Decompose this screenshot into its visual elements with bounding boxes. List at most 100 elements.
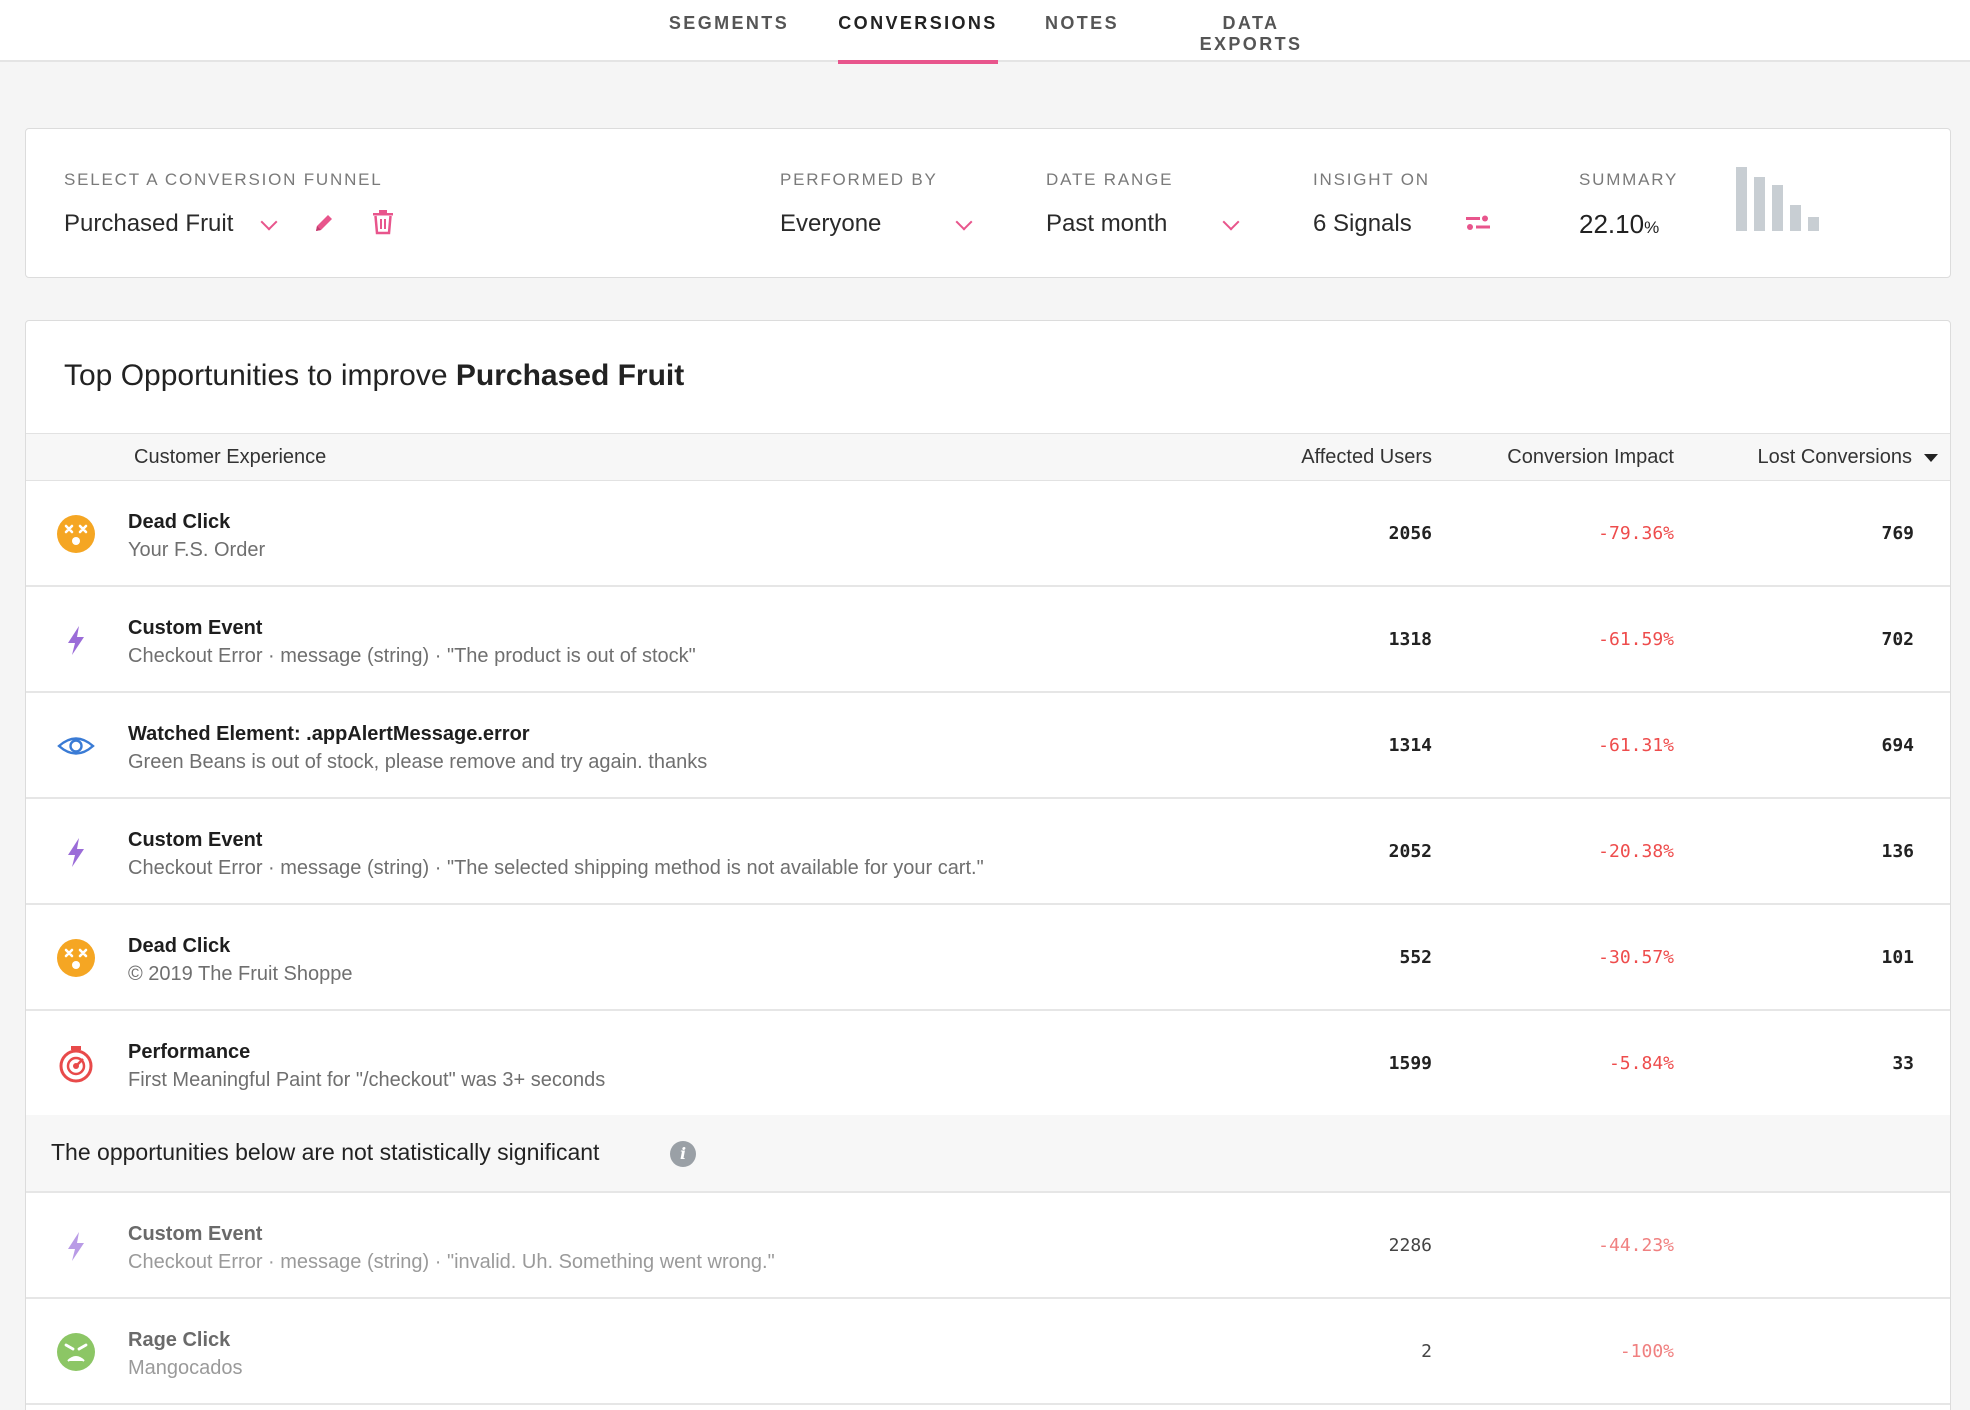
lost-conversions: 101 xyxy=(1881,947,1914,968)
date-range-chevron-down-icon[interactable] xyxy=(1222,213,1240,231)
date-range-label: DATE RANGE xyxy=(1046,170,1174,189)
affected-users: 1314 xyxy=(1388,735,1432,756)
top-nav: SEGMENTS CONVERSIONS NOTES DATA EXPORTS xyxy=(0,0,1970,64)
conversion-impact: -61.59% xyxy=(1598,629,1674,650)
table-row[interactable]: Dead Click © 2019 The Fruit Shoppe 552 -… xyxy=(26,905,1950,1011)
affected-users: 2286 xyxy=(1388,1235,1432,1256)
lost-conversions: 136 xyxy=(1881,841,1914,862)
sparkline-bar xyxy=(1790,205,1801,231)
funnel-chevron-down-icon[interactable] xyxy=(260,213,278,231)
table-row[interactable]: Watched Element: .appAlertMessage.error … xyxy=(26,693,1950,799)
row-subtitle: Checkout Error · message (string) · "inv… xyxy=(128,1251,775,1273)
affected-users: 552 xyxy=(1399,947,1432,968)
not-significant-label: The opportunities below are not statisti… xyxy=(51,1139,600,1165)
not-significant-divider: The opportunities below are not statisti… xyxy=(26,1115,1950,1193)
row-subtitle: First Meaningful Paint for "/checkout" w… xyxy=(128,1069,606,1091)
row-subtitle: Green Beans is out of stock, please remo… xyxy=(128,751,708,773)
insight-on-label: INSIGHT ON xyxy=(1313,170,1430,189)
performed-by-chevron-down-icon[interactable] xyxy=(955,213,973,231)
summary-label: SUMMARY xyxy=(1579,170,1679,189)
tab-label: NOTES xyxy=(1044,13,1119,33)
date-range-select[interactable]: Past month xyxy=(1046,210,1167,238)
table-header: Customer Experience Affected Users Conve… xyxy=(26,433,1950,481)
lost-conversions-label: Lost Conversions xyxy=(1757,446,1912,468)
title-funnel-name: Purchased Fruit xyxy=(455,359,685,392)
row-title: Dead Click xyxy=(128,935,231,957)
funnel-select-label: SELECT A CONVERSION FUNNEL xyxy=(64,170,383,189)
sparkline-bar xyxy=(1772,185,1783,231)
performed-by-label: PERFORMED BY xyxy=(780,170,938,189)
summary-unit: % xyxy=(1644,218,1660,237)
summary-sparkline-chart xyxy=(1736,167,1826,231)
lost-conversions: 694 xyxy=(1881,735,1914,756)
column-lost-conversions[interactable]: Lost Conversions xyxy=(1757,446,1938,469)
opportunities-title: Top Opportunities to improve Purchased F… xyxy=(64,359,684,393)
tab-label: CONVERSIONS xyxy=(838,13,998,33)
column-customer-experience[interactable]: Customer Experience xyxy=(134,446,326,469)
tab-conversions[interactable]: CONVERSIONS xyxy=(838,0,998,64)
sort-descending-icon xyxy=(1924,453,1938,462)
column-conversion-impact[interactable]: Conversion Impact xyxy=(1507,446,1674,469)
row-title: Rage Click xyxy=(128,1329,231,1351)
affected-users: 2052 xyxy=(1388,841,1432,862)
tab-segments[interactable]: SEGMENTS xyxy=(666,0,792,62)
sparkline-bar xyxy=(1808,217,1819,231)
row-subtitle: Checkout Error · message (string) · "The… xyxy=(128,857,984,879)
dead-click-icon xyxy=(57,515,95,553)
row-subtitle: Your F.S. Order xyxy=(128,539,266,561)
performance-stopwatch-icon xyxy=(59,1046,93,1083)
tab-label: DATA EXPORTS xyxy=(1199,13,1303,54)
tab-label: SEGMENTS xyxy=(668,13,790,33)
performed-by-select[interactable]: Everyone xyxy=(780,210,881,238)
conversion-impact: -30.57% xyxy=(1598,947,1674,968)
signals-filter-icon[interactable] xyxy=(1466,214,1490,232)
conversion-impact: -20.38% xyxy=(1598,841,1674,862)
row-title: Performance xyxy=(128,1041,251,1063)
rage-click-icon xyxy=(57,1333,95,1371)
sparkline-bar xyxy=(1754,177,1765,231)
lost-conversions: 769 xyxy=(1881,523,1914,544)
edit-pencil-icon[interactable] xyxy=(312,211,336,235)
column-affected-users[interactable]: Affected Users xyxy=(1301,446,1432,469)
sparkline-bar xyxy=(1736,167,1747,231)
tab-notes[interactable]: NOTES xyxy=(1044,0,1120,62)
affected-users: 2056 xyxy=(1388,523,1432,544)
tab-data-exports[interactable]: DATA EXPORTS xyxy=(1168,0,1334,62)
funnel-filter-card: SELECT A CONVERSION FUNNEL Purchased Fru… xyxy=(25,128,1951,278)
delete-trash-icon[interactable] xyxy=(371,209,395,235)
insight-on-value[interactable]: 6 Signals xyxy=(1313,210,1412,238)
affected-users: 1599 xyxy=(1388,1053,1432,1074)
funnel-select[interactable]: Purchased Fruit xyxy=(64,210,233,238)
conversion-impact: -100% xyxy=(1619,1341,1674,1362)
row-title: Custom Event xyxy=(128,829,263,851)
row-subtitle: Mangocados xyxy=(128,1357,243,1379)
table-row[interactable]: Custom Event Checkout Error · message (s… xyxy=(26,587,1950,693)
info-icon[interactable]: i xyxy=(670,1141,696,1167)
table-row[interactable]: Custom Event Checkout Error · message (s… xyxy=(26,1193,1950,1299)
watched-element-eye-icon xyxy=(57,737,95,755)
table-row[interactable]: Custom Event Checkout Error · message (s… xyxy=(26,799,1950,905)
summary-conversion-rate: 22.10% xyxy=(1579,209,1659,240)
lost-conversions: 702 xyxy=(1881,629,1914,650)
conversion-impact: -44.23% xyxy=(1598,1235,1674,1256)
row-subtitle: Checkout Error · message (string) · "The… xyxy=(128,645,696,667)
table-row[interactable]: Dead Click Your F.S. Order 2056 -79.36% … xyxy=(26,481,1950,587)
row-title: Custom Event xyxy=(128,617,263,639)
affected-users: 1318 xyxy=(1388,629,1432,650)
row-subtitle: © 2019 The Fruit Shoppe xyxy=(128,963,353,985)
table-row[interactable]: Performance First Meaningful Paint for "… xyxy=(26,1011,1950,1117)
row-title: Watched Element: .appAlertMessage.error xyxy=(128,723,530,745)
conversion-impact: -5.84% xyxy=(1608,1053,1674,1074)
title-prefix: Top Opportunities to improve xyxy=(64,359,456,392)
summary-value: 22.10 xyxy=(1579,209,1645,239)
custom-event-icon xyxy=(68,1232,84,1261)
custom-event-icon xyxy=(68,838,84,867)
lost-conversions: 33 xyxy=(1892,1053,1914,1074)
conversion-impact: -79.36% xyxy=(1598,523,1674,544)
dead-click-icon xyxy=(57,939,95,977)
table-row[interactable]: Rage Click Mangocados 2 -100% xyxy=(26,1299,1950,1405)
custom-event-icon xyxy=(68,626,84,655)
row-title: Dead Click xyxy=(128,511,231,533)
row-title: Custom Event xyxy=(128,1223,263,1245)
affected-users: 2 xyxy=(1421,1341,1432,1362)
